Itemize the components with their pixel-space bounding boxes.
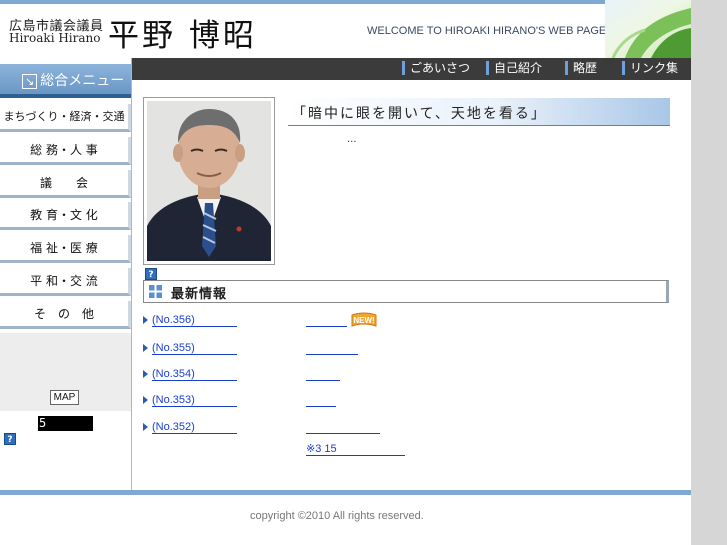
quote-text: 「暗中に眼を開いて、天地を看る」 <box>292 106 547 122</box>
news-link[interactable]: (No.352) <box>152 421 237 434</box>
sidebar-item-welfare[interactable]: 福 祉・医 療 <box>0 235 131 263</box>
triangle-right-icon <box>143 344 148 352</box>
news-title-link[interactable] <box>306 394 336 407</box>
news-link[interactable]: (No.355) <box>152 342 237 355</box>
sidebar-item-peace[interactable]: 平 和・交 流 <box>0 268 131 296</box>
map-button[interactable]: MAP <box>50 390 79 405</box>
site-logo-name[interactable]: 平野 博昭 <box>108 10 257 55</box>
header-top-line <box>0 0 691 4</box>
news-title: 最新情報 <box>171 287 228 302</box>
triangle-right-icon <box>143 396 148 404</box>
sidebar-item-assembly[interactable]: 議 会 <box>0 170 131 198</box>
grid-icon <box>149 285 162 298</box>
triangle-right-icon <box>143 316 148 324</box>
news-title-link[interactable] <box>306 314 347 327</box>
portrait-frame <box>143 97 275 265</box>
new-badge-icon: NEW! <box>351 312 377 327</box>
arrow-down-right-icon: ↘ <box>22 74 38 89</box>
nav-greeting[interactable]: ごあいさつ <box>402 61 470 75</box>
leaf-decoration-icon <box>605 0 691 58</box>
portrait-photo <box>147 101 271 261</box>
help-icon[interactable]: ? <box>145 268 157 280</box>
quote-banner: 「暗中に眼を開いて、天地を看る」 <box>288 98 670 126</box>
sidebar-menu-title: ↘ 総合メニュー <box>0 64 131 98</box>
news-link[interactable]: (No.356) <box>152 314 237 327</box>
header: 広島市議会議員 Hiroaki Hirano 平野 博昭 WELCOME TO … <box>0 0 691 58</box>
sidebar-item-general-affairs[interactable]: 総 務・人 事 <box>0 137 131 165</box>
sidebar-item-education[interactable]: 教 育・文 化 <box>0 202 131 230</box>
news-title-link[interactable] <box>306 368 340 381</box>
help-icon[interactable]: ? <box>4 433 16 445</box>
copyright: copyright ©2010 All rights reserved. <box>250 510 424 522</box>
footer-line <box>0 490 691 495</box>
news-title-link[interactable] <box>306 342 358 355</box>
triangle-right-icon <box>143 370 148 378</box>
intro-text: ... <box>347 134 357 145</box>
nav-profile[interactable]: 自己紹介 <box>486 61 542 75</box>
triangle-right-icon <box>143 423 148 431</box>
sidebar-item-city-planning[interactable]: まちづくり・経済・交通 <box>0 104 131 132</box>
nav-links[interactable]: リンク集 <box>622 61 678 75</box>
header-title-line2: Hiroaki Hirano <box>9 31 101 45</box>
news-title-link[interactable] <box>306 421 380 434</box>
page: 広島市議会議員 Hiroaki Hirano 平野 博昭 WELCOME TO … <box>0 0 727 545</box>
news-header: 最新情報 <box>143 280 669 303</box>
welcome-text: WELCOME TO HIROAKI HIRANO'S WEB PAGE <box>367 25 607 37</box>
new-badge-text: NEW! <box>353 316 374 325</box>
right-gray-band <box>691 0 727 545</box>
sidebar-menu-title-label: 総合メニュー <box>40 73 125 89</box>
footnote-link[interactable]: ※3 15 <box>306 442 405 456</box>
nav-history[interactable]: 略歴 <box>565 61 597 75</box>
sidebar-item-other[interactable]: そ の 他 <box>0 301 131 329</box>
visitor-counter: 5 <box>38 416 93 431</box>
news-link[interactable]: (No.353) <box>152 394 237 407</box>
news-link[interactable]: (No.354) <box>152 368 237 381</box>
top-nav: ごあいさつ 自己紹介 略歴 リンク集 <box>132 58 691 80</box>
